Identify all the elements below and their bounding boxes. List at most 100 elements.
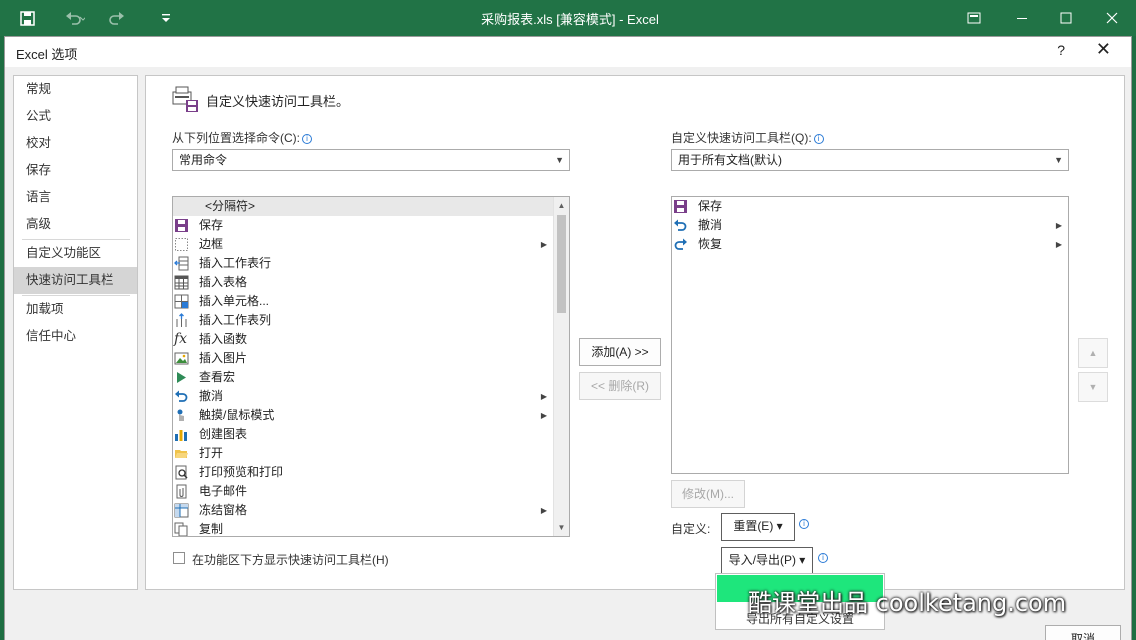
undo-icon[interactable] [58,0,92,36]
list-item[interactable]: 插入表格 [173,273,553,292]
list-item[interactable]: 复制 [173,520,553,536]
list-item-label: 插入图片 [199,351,248,365]
list-item-label: 打印预览和打印 [199,465,284,479]
submenu-arrow-icon: ▶ [540,240,547,249]
list-item[interactable]: 冻结窗格 ▶ [173,501,553,520]
choose-commands-dropdown[interactable]: 常用命令 ▼ [172,149,570,171]
list-item[interactable]: 插入工作表行 [173,254,553,273]
show-below-ribbon-label: 在功能区下方显示快速访问工具栏(H) [192,553,389,567]
quick-access-toolbar-list[interactable]: 保存 撤消 ▶ 恢复 ▶ [671,196,1069,474]
list-item-label: 插入工作表行 [199,256,272,270]
open-folder-icon [175,450,188,458]
save-icon[interactable] [14,0,40,36]
list-item[interactable]: 电子邮件 [173,482,553,501]
customize-qat-label: 自定义快速访问工具栏(Q): i [671,129,824,146]
picture-icon [174,352,189,365]
list-item[interactable]: <分隔符> [173,197,553,216]
add-button[interactable]: 添加(A) >> [579,338,661,366]
insert-columns-icon [176,313,187,327]
nav-item-formulas[interactable]: 公式 [14,103,137,130]
window-close-icon[interactable] [1100,0,1124,36]
email-icon [176,484,187,499]
copy-icon [174,522,188,536]
list-item[interactable]: 插入单元格... [173,292,553,311]
list-item-label: 创建图表 [199,427,248,441]
undo-icon [175,390,188,402]
window-title: 采购报表.xls [兼容模式] - Excel [481,11,659,27]
nav-item-general[interactable]: 常规 [14,76,137,103]
remove-button[interactable]: << 删除(R) [579,372,661,400]
nav-item-proofing[interactable]: 校对 [14,130,137,157]
submenu-arrow-icon: ▶ [1055,240,1062,249]
minimize-icon[interactable] [1010,0,1034,36]
insert-cells-icon [174,294,189,309]
list-item-label: 打开 [199,446,224,460]
quick-access-toolbar-panel: 自定义快速访问工具栏。 从下列位置选择命令(C): i 常用命令 ▼ 自定义快速访… [145,75,1125,590]
list-item[interactable]: 撤消 ▶ [173,387,553,406]
customize-qat-dropdown[interactable]: 用于所有文档(默认) ▼ [671,149,1069,171]
list-item-label: 保存 [199,218,224,232]
options-nav: 常规 公式 校对 保存 语言 高级 自定义功能区 快速访问工具栏 加载项 信任中… [13,75,138,590]
redo-icon[interactable] [102,0,136,36]
nav-item-customize-ribbon[interactable]: 自定义功能区 [14,240,137,267]
nav-item-advanced[interactable]: 高级 [14,211,137,238]
list-item-label: 插入函数 [199,332,248,346]
commands-scrollbar[interactable]: ▲ ▼ [553,197,569,536]
help-button[interactable]: ? [1057,42,1065,58]
scrollbar-thumb[interactable] [557,215,566,313]
nav-item-quick-access-toolbar[interactable]: 快速访问工具栏 [14,267,137,294]
customize-qat-icon[interactable] [158,0,174,36]
dialog-close-button[interactable]: ✕ [1096,39,1111,60]
list-item[interactable]: 撤消 ▶ [672,216,1068,235]
list-item-label: 电子邮件 [199,484,248,498]
scroll-up-icon[interactable]: ▲ [554,198,569,213]
info-icon: i [799,519,809,529]
nav-item-language[interactable]: 语言 [14,184,137,211]
print-preview-icon [175,465,188,480]
watermark: 酷课堂出品 coolketang.com [748,589,1067,617]
macro-icon [177,372,186,383]
dialog-header: Excel 选项 ? ✕ [5,37,1131,67]
list-item[interactable]: 保存 [173,216,553,235]
nav-item-trust-center[interactable]: 信任中心 [14,323,137,350]
move-up-button[interactable]: ▲ [1078,338,1108,368]
reset-dropdown-button[interactable]: 重置(E) ▾ [721,513,795,541]
list-item[interactable]: fx 插入函数 [173,330,553,349]
insert-table-icon [174,275,189,290]
list-item[interactable]: 边框 ▶ [173,235,553,254]
choose-commands-value: 常用命令 [179,153,228,167]
quick-access-toolbar-icon [172,86,198,112]
nav-item-add-ins[interactable]: 加载项 [14,296,137,323]
show-below-ribbon-checkbox[interactable] [173,552,185,564]
excel-title-bar: 采购报表.xls [兼容模式] - Excel [0,0,1136,36]
cancel-button[interactable]: 取消 [1045,625,1121,640]
chevron-down-icon: ▼ [1054,155,1063,165]
list-item-label: 插入单元格... [199,294,270,308]
freeze-panes-icon [174,503,189,518]
list-item[interactable]: 打开 [173,444,553,463]
commands-list[interactable]: <分隔符> 保存 边框 ▶ 插入工作表行 插入表格 插入单元格... 插入工作表… [172,196,570,537]
list-item[interactable]: 插入工作表列 [173,311,553,330]
info-icon: i [302,134,312,144]
list-item[interactable]: 恢复 ▶ [672,235,1068,254]
maximize-icon[interactable] [1054,0,1078,36]
list-item-label: 恢复 [698,237,723,251]
excel-options-dialog: Excel 选项 ? ✕ 常规 公式 校对 保存 语言 高级 自定义功能区 快速… [4,36,1132,640]
list-item[interactable]: 创建图表 [173,425,553,444]
modify-button[interactable]: 修改(M)... [671,480,745,508]
customize-qat-value: 用于所有文档(默认) [678,153,782,167]
save-icon [175,219,188,232]
list-item[interactable]: 保存 [672,197,1068,216]
customizations-label: 自定义: [671,522,711,536]
nav-item-save[interactable]: 保存 [14,157,137,184]
list-item[interactable]: 触摸/鼠标模式 ▶ [173,406,553,425]
list-item[interactable]: 打印预览和打印 [173,463,553,482]
save-icon [674,200,687,213]
list-item[interactable]: 插入图片 [173,349,553,368]
ribbon-display-options-icon[interactable] [962,0,986,36]
scroll-down-icon[interactable]: ▼ [554,520,569,535]
list-item[interactable]: 查看宏 [173,368,553,387]
move-down-button[interactable]: ▼ [1078,372,1108,402]
import-export-dropdown-button[interactable]: 导入/导出(P) ▾ [721,547,813,575]
list-item-label: 插入工作表列 [199,313,272,327]
